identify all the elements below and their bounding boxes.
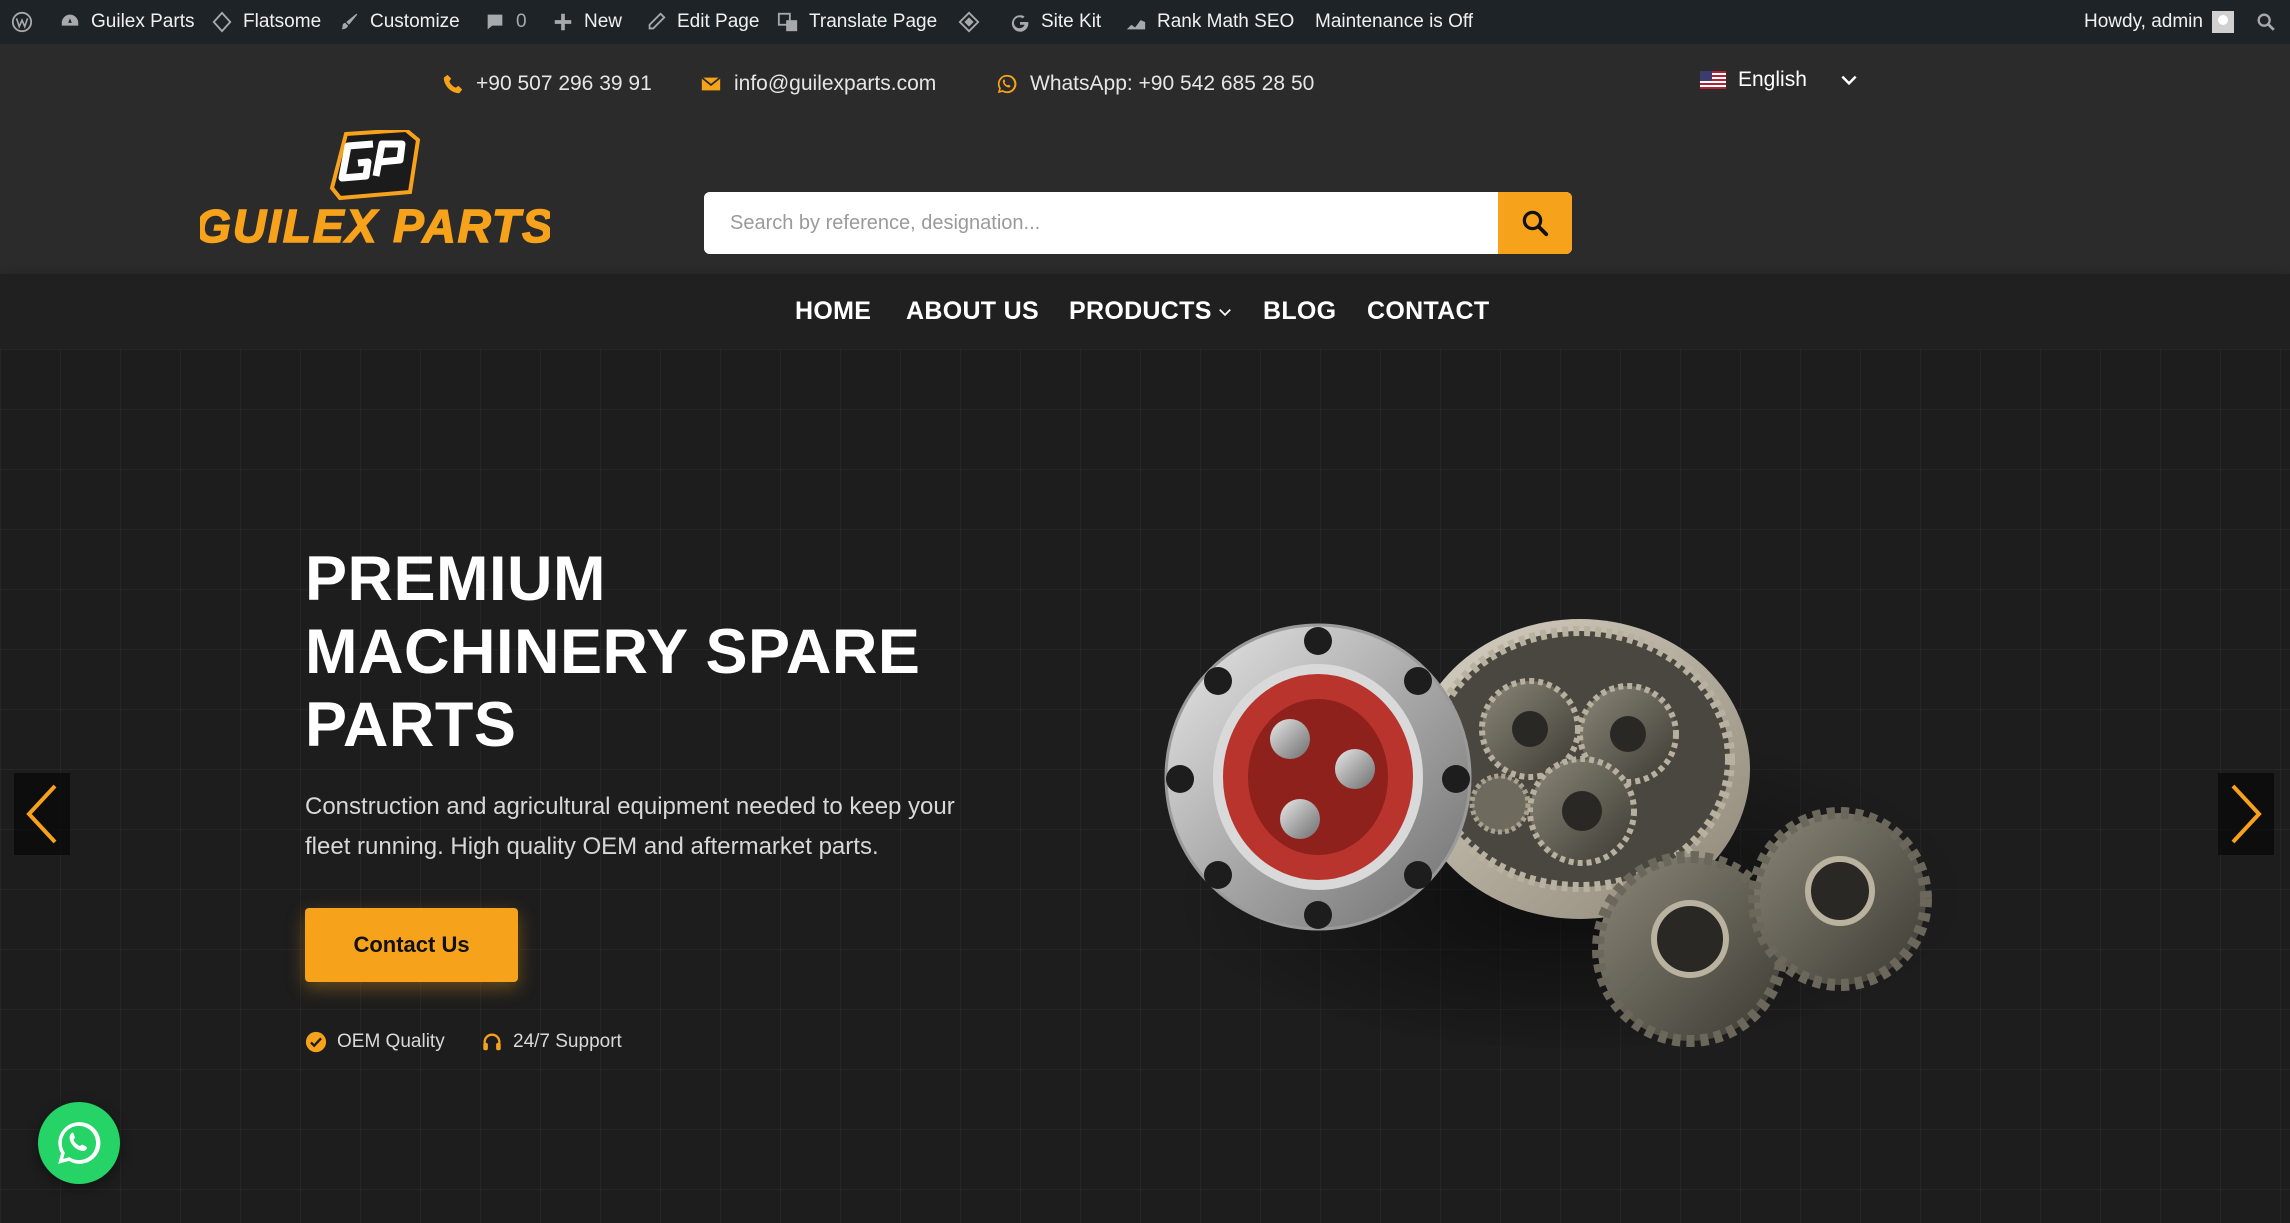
hero-title-line: MACHINERY SPARE [305,617,921,687]
adminbar-site-name[interactable]: Guilex Parts [58,0,194,44]
badge-oem-quality: OEM Quality [305,1031,445,1053]
search-button[interactable] [1498,192,1572,254]
badge-support-label: 24/7 Support [513,1031,622,1052]
adminbar-comments[interactable]: 0 [483,0,527,44]
comment-icon [483,10,507,34]
header-phone-label: +90 507 296 39 91 [476,72,652,95]
search-icon [2254,10,2278,34]
product-search [704,192,1572,254]
rank-math-icon [1124,10,1148,34]
adminbar-search[interactable] [2254,0,2278,44]
nav-products-label: PRODUCTS [1069,297,1212,325]
adminbar-customize[interactable]: Customize [337,0,460,44]
header-email[interactable]: info@guilexparts.com [700,70,936,98]
nav-home[interactable]: HOME [795,274,871,349]
header-phone[interactable]: +90 507 296 39 91 [442,70,652,98]
logo-wordmark: GUILEX PARTS [200,200,550,250]
layers-icon [957,10,981,34]
header-whatsapp[interactable]: WhatsApp: +90 542 685 28 50 [996,70,1314,98]
badge-support: 24/7 Support [481,1031,622,1053]
hero-slider: PREMIUM MACHINERY SPARE PARTS Constructi… [0,349,2290,1223]
dashboard-icon [58,10,82,34]
header-email-label: info@guilexparts.com [734,72,937,95]
nav-contact-label: CONTACT [1367,297,1490,325]
hero-title: PREMIUM MACHINERY SPARE PARTS [305,543,1005,762]
adminbar-site-name-label: Guilex Parts [91,11,195,32]
slider-prev-button[interactable] [14,773,70,855]
envelope-icon [701,76,721,91]
nav-about-us[interactable]: ABOUT US [906,274,1039,349]
search-icon [1522,210,1549,237]
adminbar-rank-math[interactable]: Rank Math SEO [1124,0,1294,44]
adminbar-comments-count: 0 [516,11,527,32]
adminbar-rank-math-label: Rank Math SEO [1157,11,1295,32]
avatar [2211,11,2234,33]
adminbar-maintenance-label: Maintenance is Off [1315,11,1474,32]
wordpress-icon [10,10,34,34]
nav-about-us-label: ABOUT US [906,297,1039,325]
nav-home-label: HOME [795,297,872,325]
chevron-down-icon [1841,75,1857,86]
brush-icon [337,10,361,34]
gears-product-image [1164,619,1970,1049]
adminbar-site-kit[interactable]: Site Kit [1008,0,1101,44]
adminbar-new[interactable]: New [551,0,622,44]
chevron-right-icon [2231,784,2262,844]
chevron-left-icon [26,784,57,844]
wp-admin-bar: Guilex Parts Flatsome Customize 0 New Ed… [0,0,2290,44]
adminbar-maintenance[interactable]: Maintenance is Off [1315,0,1473,44]
plus-icon [551,10,575,34]
main-navigation: HOME ABOUT US PRODUCTS BLOG CONTACT [0,274,2290,349]
hero-subtitle: Construction and agricultural equipment … [305,793,955,860]
nav-blog-label: BLOG [1263,297,1337,325]
adminbar-howdy: Howdy, admin [2084,11,2203,32]
phone-icon [443,74,463,94]
adminbar-edit-page[interactable]: Edit Page [644,0,759,44]
pencil-icon [644,10,668,34]
nav-products[interactable]: PRODUCTS [1069,274,1232,349]
whatsapp-float-button[interactable] [38,1102,120,1184]
adminbar-account[interactable]: Howdy, admin [2084,0,2234,44]
nav-blog[interactable]: BLOG [1263,274,1336,349]
google-g-icon [1008,10,1032,34]
adminbar-edit-page-label: Edit Page [677,11,760,32]
adminbar-translate-page[interactable]: Translate Page [776,0,937,44]
adminbar-site-kit-label: Site Kit [1041,11,1102,32]
hero-title-line: PREMIUM [305,544,606,614]
nav-contact[interactable]: CONTACT [1367,274,1489,349]
logo-monogram [329,130,421,201]
language-label: English [1738,68,1807,91]
language-selector[interactable]: English [1700,68,1859,92]
adminbar-customize-label: Customize [370,11,460,32]
badge-oem-quality-label: OEM Quality [337,1031,445,1052]
hero-title-line: PARTS [305,690,517,760]
search-input[interactable] [704,192,1498,254]
contact-us-button[interactable]: Contact Us [305,908,518,982]
chevron-down-icon [1218,308,1231,316]
translate-icon [776,10,800,34]
site-header: +90 507 296 39 91 info@guilexparts.com W… [0,44,2290,274]
headset-icon [483,1033,501,1051]
adminbar-new-label: New [584,11,623,32]
site-logo[interactable]: GUILEX PARTS [200,130,550,250]
whatsapp-icon [58,1122,101,1164]
adminbar-theme[interactable]: Flatsome [210,0,321,44]
check-circle-icon [305,1031,327,1053]
wordpress-logo[interactable] [10,0,34,44]
adminbar-theme-label: Flatsome [243,11,322,32]
us-flag-icon [1700,71,1726,89]
adminbar-layers[interactable] [957,0,981,44]
adminbar-translate-page-label: Translate Page [809,11,938,32]
diamond-icon [210,10,234,34]
header-whatsapp-label: WhatsApp: +90 542 685 28 50 [1030,72,1315,95]
whatsapp-icon [997,74,1017,94]
slider-next-button[interactable] [2218,773,2274,855]
